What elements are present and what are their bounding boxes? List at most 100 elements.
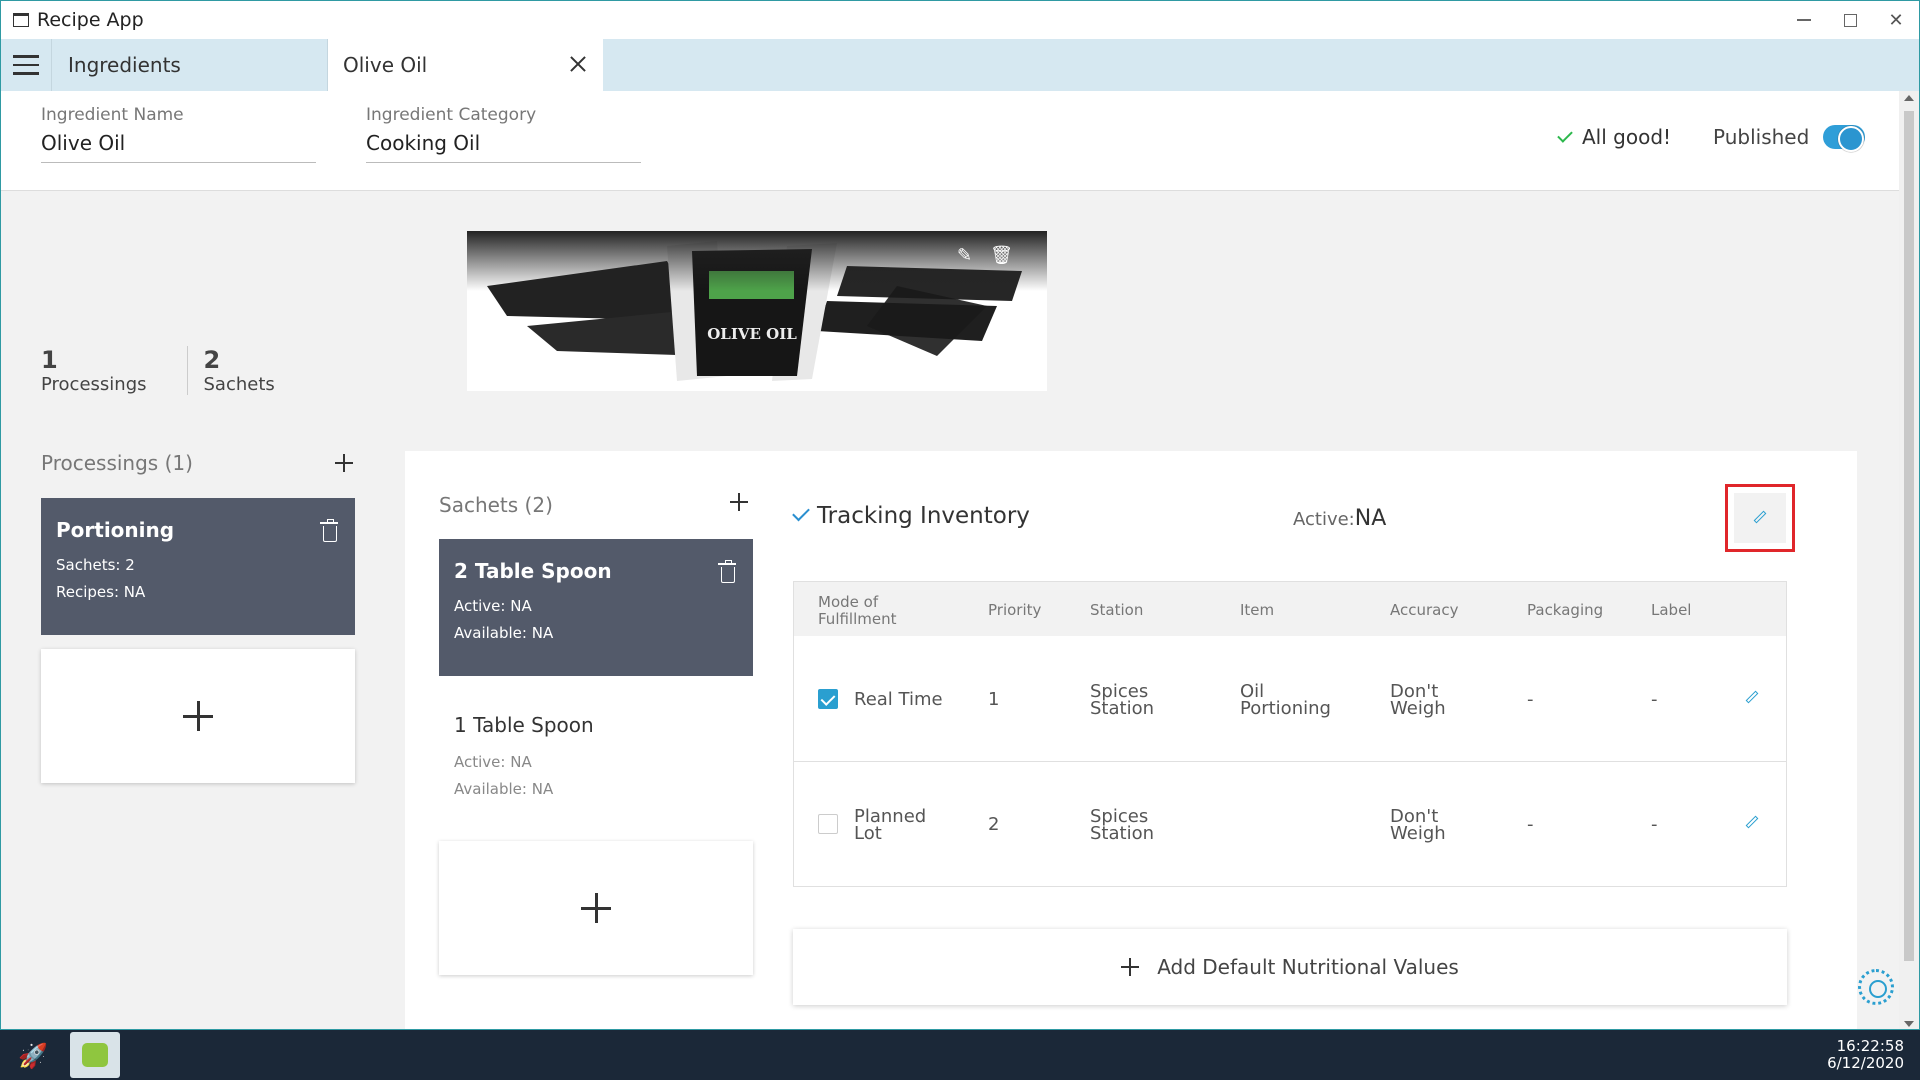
window-icon [13, 13, 29, 27]
hamburger-menu-button[interactable] [1, 39, 52, 91]
sachet-available: Available: NA [454, 624, 554, 642]
tracking-active-status: Active:NA [1293, 506, 1386, 531]
status-text: All good! [1582, 125, 1672, 149]
window-title: Recipe App [37, 9, 144, 31]
table-header: Mode of Fulfillment Priority Station Ite… [794, 582, 1786, 636]
stat-label: Sachets [203, 374, 275, 395]
maximize-button[interactable] [1827, 1, 1873, 39]
minimize-icon [1797, 19, 1811, 21]
tracking-inventory-heading: Tracking Inventory [792, 503, 1030, 529]
delete-sachet-icon[interactable] [718, 560, 736, 583]
delete-processing-icon[interactable] [320, 519, 338, 542]
processings-title: Processings (1) [41, 451, 193, 475]
table-row: Real Time 1 Spices Station Oil Portionin… [794, 637, 1786, 762]
cell-packaging: - [1527, 814, 1534, 835]
column-header: Item [1240, 601, 1275, 619]
add-processing-icon[interactable] [335, 454, 353, 472]
fulfillment-checkbox[interactable] [818, 689, 838, 709]
ingredient-name-label: Ingredient Name [41, 105, 184, 125]
sachet-details: Active: NA Available: NA [454, 593, 738, 647]
ingredient-category-label: Ingredient Category [366, 105, 537, 125]
cell-label: - [1651, 814, 1658, 835]
taskbar: 🚀 16:22:58 6/12/2020 [0, 1030, 1920, 1080]
tab-olive-oil[interactable]: Olive Oil [328, 39, 603, 91]
stat-count: 1 [41, 346, 58, 374]
cell-packaging: - [1527, 689, 1534, 710]
validation-status: All good! [1557, 125, 1672, 149]
ingredient-name-value[interactable]: Olive Oil [41, 131, 316, 155]
window-controls: ✕ [1781, 1, 1919, 39]
sachet-name: 2 Table Spoon [454, 559, 612, 583]
inventory-table: Mode of Fulfillment Priority Station Ite… [793, 581, 1787, 887]
sachet-detail-panel: Sachets (2) 2 Table Spoon Active: NA Ava… [405, 451, 1857, 1029]
scroll-up-icon[interactable] [1904, 95, 1914, 101]
cell-item: Oil Portioning [1240, 681, 1331, 719]
cell-label: - [1651, 689, 1658, 710]
cell-priority: 2 [988, 814, 1000, 835]
sachet-available: Available: NA [454, 780, 554, 798]
column-header: Station [1090, 601, 1144, 619]
rocket-launcher-icon[interactable]: 🚀 [18, 1042, 48, 1070]
sachets-title: Sachets (2) [439, 493, 553, 517]
plus-icon [183, 701, 213, 731]
cell-accuracy: Don't Weigh [1390, 681, 1446, 719]
sachet-name: 1 Table Spoon [454, 713, 594, 737]
column-header: Priority [988, 601, 1042, 619]
stat-sachets: 2 Sachets [186, 346, 315, 395]
delete-image-icon[interactable]: 🗑 [990, 245, 1013, 266]
edit-row-icon[interactable] [1745, 815, 1759, 829]
menu-icon-line [13, 55, 39, 58]
column-header: Mode of Fulfillment [818, 593, 897, 628]
processing-card[interactable]: Portioning Sachets: 2 Recipes: NA [41, 498, 355, 635]
processings-header: Processings (1) [41, 451, 355, 475]
column-header: Label [1651, 601, 1692, 619]
processing-details: Sachets: 2 Recipes: NA [56, 552, 340, 606]
close-window-button[interactable]: ✕ [1873, 1, 1919, 39]
edit-tracking-button[interactable] [1734, 493, 1786, 543]
nutritional-button-label: Add Default Nutritional Values [1157, 955, 1459, 979]
edit-tracking-button-highlighted[interactable] [1725, 484, 1795, 552]
scrollbar-thumb[interactable] [1904, 111, 1914, 961]
cell-station: Spices Station [1090, 681, 1154, 719]
sachet-card[interactable]: 1 Table Spoon Active: NA Available: NA [439, 701, 753, 811]
sachet-active: Active: NA [454, 753, 532, 771]
scroll-down-icon[interactable] [1904, 1021, 1914, 1027]
ingredient-header: Ingredient Name Olive Oil Ingredient Cat… [1, 91, 1899, 191]
fulfillment-checkbox[interactable] [818, 814, 838, 834]
cell-mode: Real Time [854, 689, 943, 710]
column-header: Packaging [1527, 601, 1604, 619]
column-header: Accuracy [1390, 601, 1459, 619]
stats-summary: 1 Processings 2 Sachets [41, 346, 315, 395]
minimize-button[interactable] [1781, 1, 1827, 39]
tab-label: Olive Oil [343, 53, 428, 77]
active-label: Active: [1293, 509, 1355, 530]
image-actions: ✎ 🗑 [957, 245, 1013, 266]
clock-time: 16:22:58 [1836, 1037, 1904, 1055]
table-row: Planned Lot 2 Spices Station Don't Weigh… [794, 762, 1786, 887]
ingredient-name-field[interactable]: Ingredient Name Olive Oil [41, 105, 316, 163]
processing-sachets: Sachets: 2 [56, 556, 135, 574]
published-label: Published [1713, 125, 1810, 149]
vertical-scrollbar[interactable] [1899, 91, 1919, 1029]
plus-icon [1121, 958, 1140, 976]
settings-gear-icon[interactable] [1858, 969, 1894, 1005]
ingredient-category-field[interactable]: Ingredient Category Cooking Oil [366, 105, 641, 163]
edit-image-icon[interactable]: ✎ [957, 245, 972, 266]
close-tab-icon[interactable] [567, 53, 589, 75]
tab-ingredients[interactable]: Ingredients [53, 39, 328, 91]
published-control: Published [1713, 125, 1866, 152]
clock-date: 6/12/2020 [1827, 1054, 1904, 1072]
add-sachet-card[interactable] [439, 841, 753, 975]
add-sachet-icon[interactable] [730, 493, 748, 511]
active-value: NA [1354, 506, 1387, 531]
menu-icon-line [13, 63, 39, 67]
recipe-app-taskbar-button[interactable] [70, 1032, 120, 1078]
ingredient-category-value[interactable]: Cooking Oil [366, 131, 641, 155]
add-processing-card[interactable] [41, 649, 355, 783]
published-toggle[interactable] [1823, 125, 1866, 152]
menu-icon-line [13, 72, 39, 75]
sachet-card-selected[interactable]: 2 Table Spoon Active: NA Available: NA [439, 539, 753, 676]
edit-row-icon[interactable] [1745, 690, 1759, 704]
add-nutritional-values-button[interactable]: Add Default Nutritional Values [793, 929, 1787, 1005]
cell-accuracy: Don't Weigh [1390, 806, 1446, 844]
